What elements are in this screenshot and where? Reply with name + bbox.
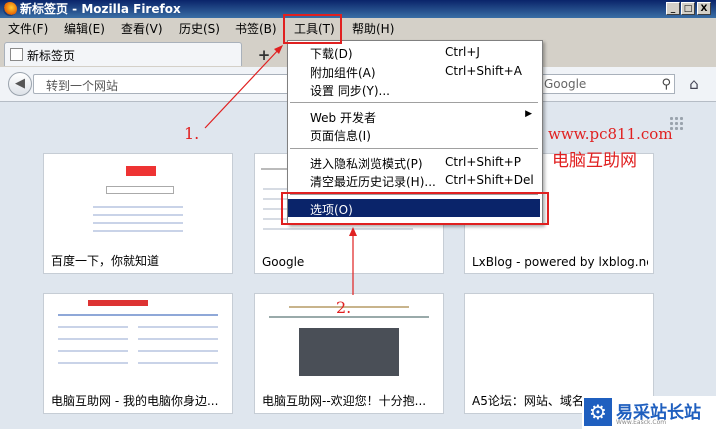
- annotation-step-2: 2.: [336, 298, 352, 317]
- arrow-step2-head: [349, 227, 357, 236]
- annotation-arrows: [204, 45, 357, 295]
- annotation-step-1: 1.: [184, 124, 200, 143]
- site-logo: ⚙ 易采站长站 Www.Easck.Com: [582, 396, 716, 429]
- logo-mark-icon: ⚙: [584, 398, 612, 426]
- logo-subtext: Www.Easck.Com: [616, 419, 667, 426]
- arrow-step1-line: [204, 46, 282, 129]
